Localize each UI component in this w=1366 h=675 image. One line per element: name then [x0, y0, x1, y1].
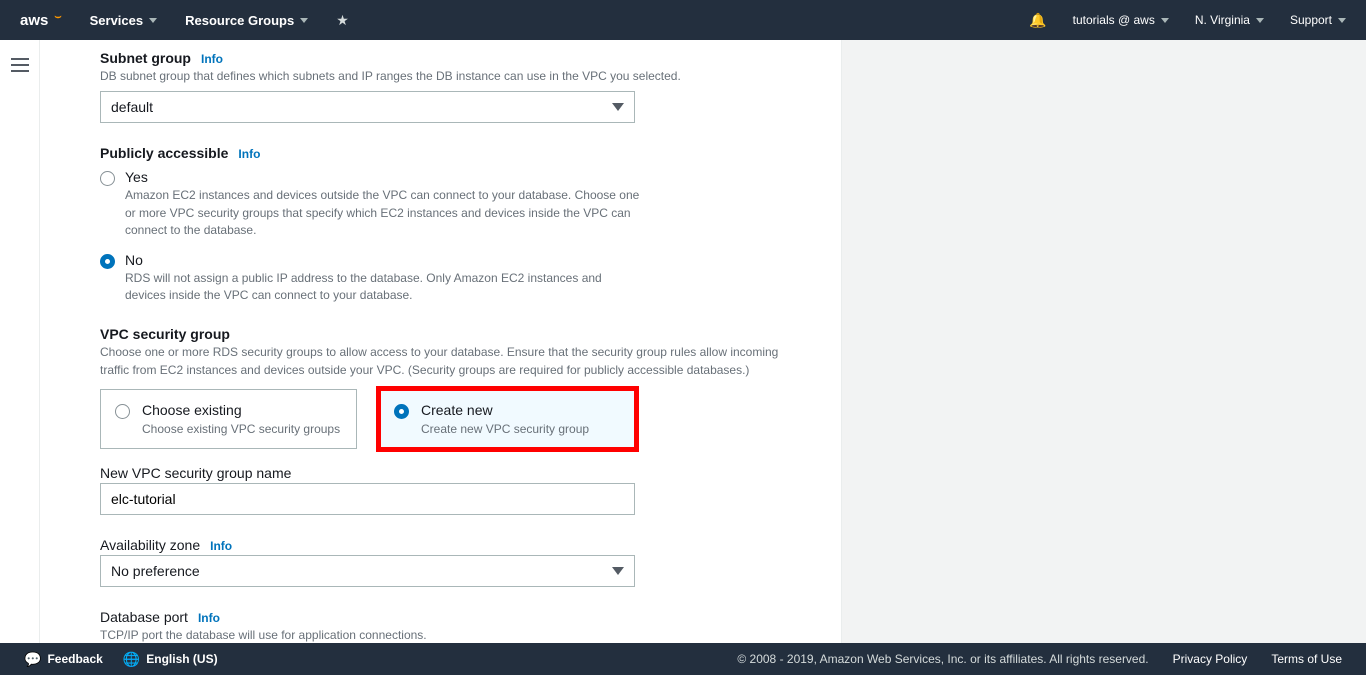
choose-existing-desc: Choose existing VPC security groups [142, 422, 340, 436]
caret-down-icon [1161, 18, 1169, 23]
caret-down-icon [149, 18, 157, 23]
caret-down-icon [1338, 18, 1346, 23]
subnet-group-info-link[interactable]: Info [201, 52, 223, 66]
public-yes-title: Yes [125, 169, 645, 185]
field-publicly-accessible: Publicly accessible Info Yes Amazon EC2 … [100, 145, 840, 304]
public-no-title: No [125, 252, 645, 268]
nav-account[interactable]: tutorials @ aws [1073, 13, 1169, 27]
field-subnet-group: Subnet group Info DB subnet group that d… [100, 50, 840, 123]
chevron-down-icon [612, 567, 624, 575]
field-new-sg-name: New VPC security group name [100, 465, 840, 515]
az-label: Availability zone [100, 537, 200, 553]
subnet-group-label: Subnet group [100, 50, 191, 66]
vpc-sg-desc: Choose one or more RDS security groups t… [100, 344, 790, 379]
nav-services[interactable]: Services [90, 13, 158, 28]
create-new-desc: Create new VPC security group [421, 422, 589, 436]
right-empty-panel [841, 40, 1366, 643]
vpc-sg-choose-existing-tile[interactable]: Choose existing Choose existing VPC secu… [100, 389, 357, 449]
subnet-group-desc: DB subnet group that defines which subne… [100, 68, 840, 85]
nav-region-label: N. Virginia [1195, 13, 1250, 27]
radio-selected-icon [100, 254, 115, 269]
page-body: Subnet group Info DB subnet group that d… [0, 40, 1366, 643]
subnet-group-select[interactable]: default [100, 91, 635, 123]
aws-smile-icon: ⌣ [54, 11, 61, 24]
feedback-link[interactable]: 💬 Feedback [24, 651, 103, 668]
publicly-accessible-info-link[interactable]: Info [238, 147, 260, 161]
top-nav: aws ⌣ Services Resource Groups ★ 🔔 tutor… [0, 0, 1366, 40]
nav-support[interactable]: Support [1290, 13, 1346, 27]
aws-logo[interactable]: aws ⌣ [20, 12, 62, 29]
nav-region[interactable]: N. Virginia [1195, 13, 1264, 27]
db-port-label: Database port [100, 609, 188, 625]
nav-resource-groups[interactable]: Resource Groups [185, 13, 308, 28]
chevron-down-icon [612, 103, 624, 111]
pin-icon[interactable]: ★ [336, 12, 349, 29]
language-selector[interactable]: 🌐 English (US) [123, 651, 218, 668]
language-label: English (US) [146, 652, 217, 666]
nav-services-label: Services [90, 13, 144, 28]
terms-of-use-link[interactable]: Terms of Use [1271, 652, 1342, 666]
public-yes-desc: Amazon EC2 instances and devices outside… [125, 187, 645, 239]
vpc-sg-label: VPC security group [100, 326, 230, 342]
nav-resource-groups-label: Resource Groups [185, 13, 294, 28]
sidebar-toggle[interactable] [0, 40, 40, 643]
feedback-label: Feedback [47, 652, 102, 666]
field-availability-zone: Availability zone Info No preference [100, 537, 840, 587]
caret-down-icon [300, 18, 308, 23]
publicly-accessible-label: Publicly accessible [100, 145, 228, 161]
subnet-group-value: default [111, 99, 153, 115]
radio-selected-icon [394, 404, 409, 419]
vpc-sg-create-new-tile[interactable]: Create new Create new VPC security group [379, 389, 636, 449]
radio-icon [100, 171, 115, 186]
az-info-link[interactable]: Info [210, 539, 232, 553]
public-no-desc: RDS will not assign a public IP address … [125, 270, 645, 305]
footer: 💬 Feedback 🌐 English (US) © 2008 - 2019,… [0, 643, 1366, 675]
new-sg-name-input[interactable] [100, 483, 635, 515]
main-content: Subnet group Info DB subnet group that d… [40, 40, 841, 643]
privacy-policy-link[interactable]: Privacy Policy [1173, 652, 1248, 666]
hamburger-icon [11, 58, 29, 72]
radio-icon [115, 404, 130, 419]
new-sg-name-label: New VPC security group name [100, 465, 291, 481]
az-value: No preference [111, 563, 200, 579]
globe-icon: 🌐 [123, 651, 140, 668]
field-database-port: Database port Info TCP/IP port the datab… [100, 609, 840, 643]
nav-account-label: tutorials @ aws [1073, 13, 1155, 27]
caret-down-icon [1256, 18, 1264, 23]
copyright-text: © 2008 - 2019, Amazon Web Services, Inc.… [737, 652, 1148, 666]
chat-icon: 💬 [24, 651, 41, 668]
nav-support-label: Support [1290, 13, 1332, 27]
db-port-desc: TCP/IP port the database will use for ap… [100, 627, 840, 643]
choose-existing-title: Choose existing [142, 402, 340, 418]
create-new-title: Create new [421, 402, 589, 418]
az-select[interactable]: No preference [100, 555, 635, 587]
bell-icon[interactable]: 🔔 [1029, 12, 1046, 29]
public-yes-option[interactable]: Yes Amazon EC2 instances and devices out… [100, 169, 840, 239]
db-port-info-link[interactable]: Info [198, 611, 220, 625]
public-no-option[interactable]: No RDS will not assign a public IP addre… [100, 252, 840, 305]
field-vpc-security-group: VPC security group Choose one or more RD… [100, 326, 840, 449]
aws-logo-text: aws [20, 12, 48, 29]
